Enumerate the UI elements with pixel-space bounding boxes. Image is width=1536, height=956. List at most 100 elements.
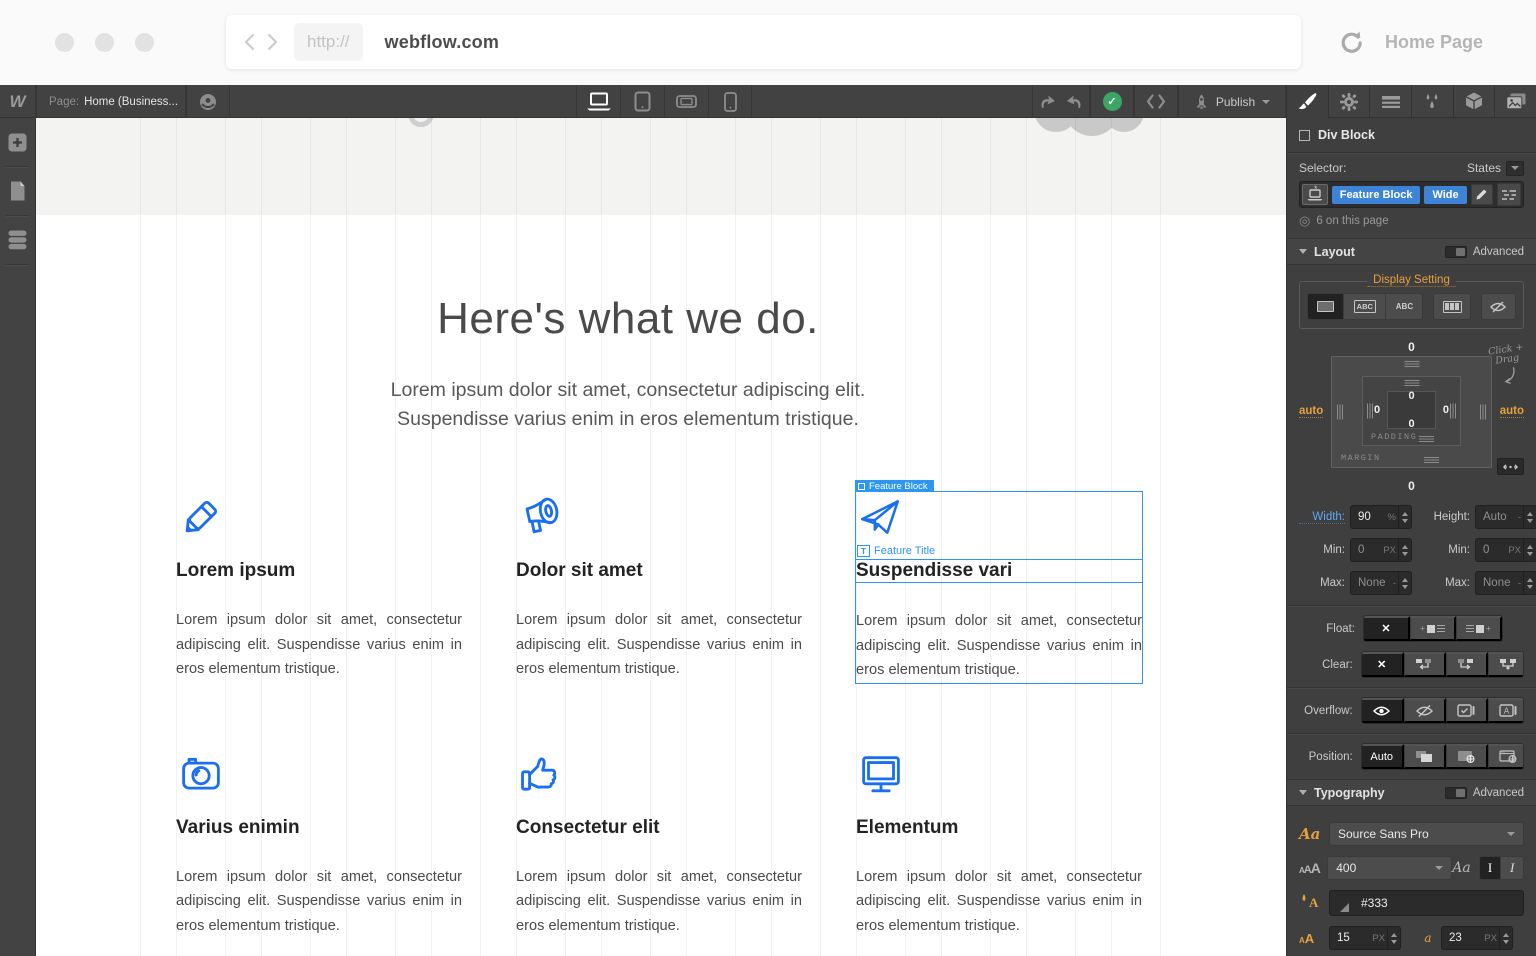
stepper[interactable] (1387, 927, 1400, 949)
feature-paragraph[interactable]: Lorem ipsum dolor sit amet, consectetur … (176, 839, 462, 939)
font-weight-select[interactable]: 400 (1327, 856, 1453, 880)
box-model-editor[interactable]: 0 auto auto 0 MARGIN PADDING 0 0 0 0 Cli… (1299, 340, 1524, 501)
clear-right-button[interactable] (1445, 652, 1488, 677)
add-element-button[interactable] (0, 118, 35, 166)
pencil-icon[interactable] (176, 492, 462, 560)
padding-top-value[interactable]: 0 (1408, 390, 1414, 402)
design-canvas[interactable]: Here's what we do. Lorem ipsum dolor sit… (36, 118, 1286, 956)
margin-right-value[interactable]: auto (1499, 405, 1524, 418)
undo-icon[interactable] (1039, 94, 1057, 109)
max-width-field[interactable]: None - (1350, 571, 1412, 595)
device-mobile-landscape-button[interactable] (664, 85, 708, 118)
more-spacing-options-button[interactable] (1497, 458, 1524, 475)
drag-handle[interactable] (1450, 403, 1456, 419)
monitor-icon[interactable] (856, 749, 1142, 817)
device-desktop-button[interactable] (576, 85, 620, 118)
font-family-select[interactable]: Source Sans Pro (1329, 822, 1524, 846)
window-controls[interactable] (55, 33, 154, 52)
feature-paragraph[interactable]: Lorem ipsum dolor sit amet, consectetur … (516, 582, 802, 682)
overflow-scroll-button[interactable] (1445, 698, 1488, 723)
window-dot[interactable] (95, 33, 114, 52)
clear-both-button[interactable] (1487, 652, 1523, 677)
drag-handle[interactable] (1404, 380, 1419, 386)
style-normal-button[interactable]: I (1478, 856, 1502, 880)
width-label[interactable]: Width: (1299, 511, 1345, 524)
margin-ring[interactable]: MARGIN PADDING 0 0 0 0 (1331, 356, 1492, 468)
display-none-button[interactable] (1480, 293, 1516, 320)
tab-assets[interactable] (1494, 85, 1536, 118)
margin-top-value[interactable]: 0 (1408, 340, 1415, 354)
feature-paragraph[interactable]: Lorem ipsum dolor sit amet, consectetur … (516, 839, 802, 939)
feature-card[interactable]: Varius enimin Lorem ipsum dolor sit amet… (176, 749, 462, 939)
window-dot[interactable] (55, 33, 74, 52)
position-fixed-button[interactable] (1487, 744, 1523, 769)
camera-icon[interactable] (176, 749, 462, 817)
selector-field[interactable]: * Feature Block Wide (1299, 181, 1524, 208)
color-swatch[interactable] (1340, 902, 1349, 912)
layout-section-header[interactable]: Layout Advanced (1287, 238, 1536, 265)
tab-components[interactable] (1452, 85, 1495, 118)
feature-title[interactable]: Elementum (856, 817, 1142, 839)
stepper[interactable] (1499, 927, 1512, 949)
feature-title[interactable]: Consectetur elit (516, 817, 802, 839)
stepper[interactable] (1398, 539, 1411, 561)
stepper[interactable] (1523, 572, 1536, 594)
stepper[interactable] (1523, 539, 1536, 561)
feature-paragraph[interactable]: Lorem ipsum dolor sit amet, consectetur … (176, 582, 462, 682)
overflow-auto-button[interactable]: A (1487, 698, 1523, 723)
redo-icon[interactable] (1065, 94, 1083, 109)
drag-handle[interactable] (1424, 457, 1440, 463)
drag-handle[interactable] (1480, 404, 1486, 420)
display-block-button[interactable] (1307, 293, 1345, 320)
stepper[interactable] (1523, 506, 1536, 528)
feature-paragraph[interactable]: Lorem ipsum dolor sit amet, consectetur … (856, 839, 1142, 939)
feature-card-selected[interactable]: Feature Block T Feature Title Suspendiss… (855, 480, 1143, 684)
stepper[interactable] (1398, 572, 1411, 594)
advanced-toggle[interactable] (1444, 786, 1467, 799)
drag-handle[interactable] (1367, 403, 1373, 419)
inheritance-menu-button[interactable] (1496, 183, 1521, 206)
class-chip[interactable]: Wide (1424, 185, 1467, 204)
webflow-logo[interactable]: W (0, 85, 36, 118)
refresh-icon[interactable] (1339, 30, 1363, 56)
feature-title-label[interactable]: T Feature Title (857, 545, 935, 557)
feature-card[interactable]: Consectetur elit Lorem ipsum dolor sit a… (516, 749, 802, 939)
url-text[interactable]: webflow.com (385, 32, 500, 53)
back-icon[interactable] (244, 33, 255, 51)
selection-badge[interactable]: Feature Block (855, 480, 934, 492)
min-width-field[interactable]: 0 PX (1350, 538, 1412, 562)
padding-ring[interactable]: PADDING 0 0 0 0 (1362, 376, 1461, 446)
tab-settings[interactable] (1327, 85, 1370, 118)
saved-status-button[interactable]: ✓ (1090, 85, 1134, 118)
min-height-field[interactable]: 0 PX (1475, 538, 1536, 562)
chevron-down-icon[interactable] (1506, 160, 1524, 176)
feature-title[interactable]: Suspendisse vari (856, 560, 1142, 583)
padding-right-value[interactable]: 0 (1443, 404, 1449, 416)
feature-title[interactable]: Lorem ipsum (176, 560, 462, 582)
position-absolute-button[interactable] (1445, 744, 1488, 769)
clear-left-button[interactable] (1403, 652, 1446, 677)
padding-bottom-value[interactable]: 0 (1408, 418, 1414, 430)
display-columns-button[interactable] (1433, 293, 1471, 320)
thumbs-up-icon[interactable] (516, 749, 802, 817)
edit-class-button[interactable] (1470, 184, 1493, 205)
forward-icon[interactable] (267, 33, 278, 51)
feature-title[interactable]: Varius enimin (176, 817, 462, 839)
states-dropdown[interactable]: States (1467, 160, 1524, 176)
line-height-field[interactable]: 23 PX (1441, 926, 1513, 950)
megaphone-icon[interactable] (516, 492, 802, 560)
tab-style[interactable] (1286, 85, 1328, 118)
paper-plane-icon[interactable]: T Feature Title (856, 492, 1142, 560)
position-auto-button[interactable]: Auto (1361, 744, 1404, 769)
feature-card[interactable]: Lorem ipsum Lorem ipsum dolor sit amet, … (176, 492, 462, 683)
typography-section-header[interactable]: Typography Advanced (1287, 779, 1536, 806)
device-mobile-portrait-button[interactable] (708, 85, 752, 118)
feature-paragraph[interactable]: Lorem ipsum dolor sit amet, consectetur … (856, 583, 1142, 683)
url-bar[interactable]: http:// webflow.com (226, 15, 1301, 69)
display-setting-label[interactable]: Display Setting (1367, 274, 1456, 287)
max-height-field[interactable]: None - (1475, 571, 1536, 595)
window-dot[interactable] (135, 33, 154, 52)
float-left-button[interactable]: + (1410, 616, 1456, 641)
float-none-button[interactable]: ✕ (1364, 616, 1410, 641)
device-tablet-button[interactable] (620, 85, 664, 118)
